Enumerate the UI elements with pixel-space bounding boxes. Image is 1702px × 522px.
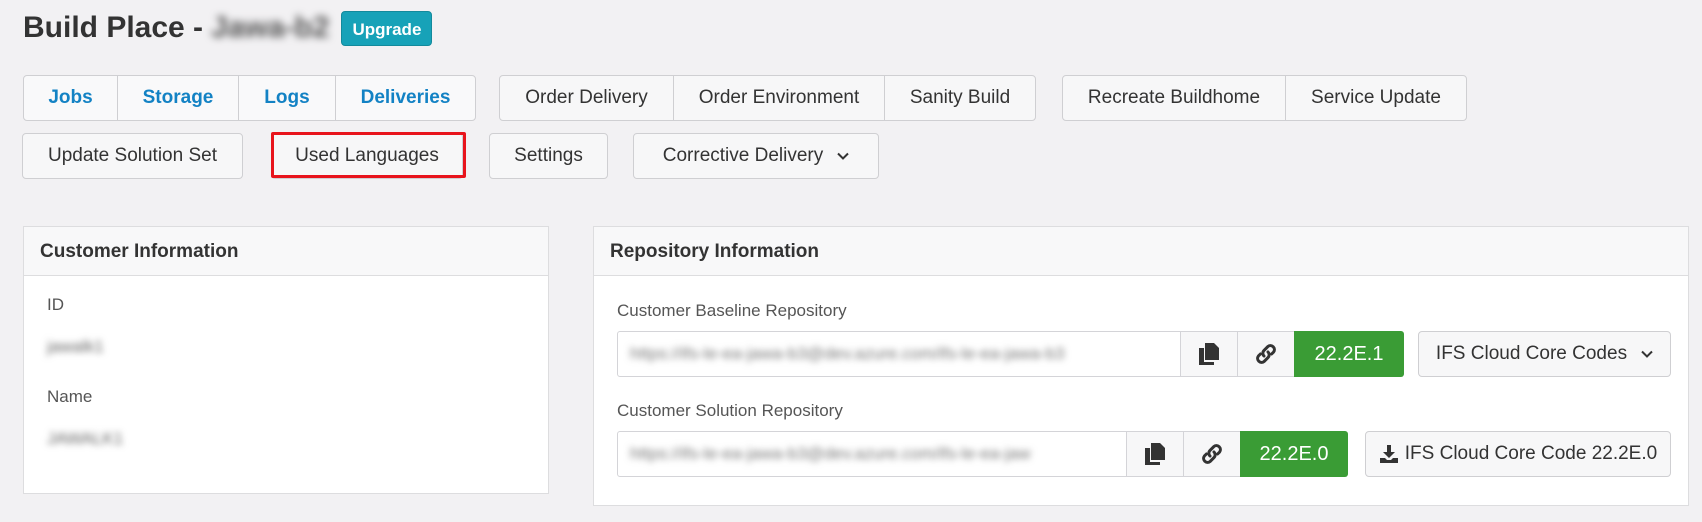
download-core-code-label: IFS Cloud Core Code 22.2E.0 (1404, 443, 1658, 464)
copy-icon (1145, 443, 1165, 465)
name-value: JAWALK1 (47, 429, 124, 448)
maintenance-button-group: Recreate Buildhome Service Update (1062, 75, 1467, 121)
customer-info-heading: Customer Information (24, 227, 548, 276)
customer-info-panel: Customer Information ID jawalk1 Name JAW… (23, 226, 549, 494)
logs-tab[interactable]: Logs (238, 75, 336, 121)
title-prefix: Build Place - (23, 11, 204, 44)
order-environment-button[interactable]: Order Environment (673, 75, 885, 121)
nav-tab-group: Jobs Storage Logs Deliveries (23, 75, 476, 121)
corrective-delivery-dropdown[interactable]: Corrective Delivery (633, 133, 879, 179)
baseline-repo-url-field[interactable]: https://ifs-le-ea-jawa-b3@dev.azure.com/… (617, 331, 1181, 377)
core-codes-dropdown[interactable]: IFS Cloud Core Codes (1418, 331, 1671, 377)
baseline-version-badge[interactable]: 22.2E.1 (1294, 331, 1404, 377)
highlight-box (271, 132, 466, 178)
service-update-button[interactable]: Service Update (1285, 75, 1467, 121)
deliveries-tab[interactable]: Deliveries (335, 75, 476, 121)
chevron-down-icon (1641, 350, 1653, 358)
id-label: ID (47, 295, 64, 314)
core-codes-label: IFS Cloud Core Codes (1435, 343, 1628, 364)
baseline-repo-label: Customer Baseline Repository (617, 301, 847, 320)
corrective-delivery-label: Corrective Delivery (662, 145, 824, 166)
baseline-repo-url: https://ifs-le-ea-jawa-b3@dev.azure.com/… (630, 344, 1065, 363)
chevron-down-icon (837, 152, 849, 160)
copy-solution-button[interactable] (1126, 431, 1184, 477)
repository-info-heading: Repository Information (594, 227, 1688, 276)
storage-tab[interactable]: Storage (117, 75, 239, 121)
build-place-name: Jawa-b2 (211, 11, 330, 44)
order-button-group: Order Delivery Order Environment Sanity … (499, 75, 1036, 121)
solution-version-badge[interactable]: 22.2E.0 (1240, 431, 1348, 477)
repository-info-panel: Repository Information Customer Baseline… (593, 226, 1689, 506)
link-icon (1256, 344, 1276, 364)
copy-icon (1199, 343, 1219, 365)
solution-repo-url: https://ifs-le-ea-jawa-b3@dev.azure.com/… (630, 444, 1031, 463)
id-value: jawalk1 (47, 337, 104, 356)
open-link-baseline-button[interactable] (1237, 331, 1295, 377)
link-icon (1202, 444, 1222, 464)
recreate-buildhome-button[interactable]: Recreate Buildhome (1062, 75, 1286, 121)
solution-repo-label: Customer Solution Repository (617, 401, 843, 420)
jobs-tab[interactable]: Jobs (23, 75, 118, 121)
page-title: Build Place - Jawa-b2 Upgrade (23, 8, 433, 48)
open-link-solution-button[interactable] (1183, 431, 1241, 477)
name-label: Name (47, 387, 93, 406)
upgrade-button[interactable]: Upgrade (341, 10, 433, 46)
download-core-code-button[interactable]: IFS Cloud Core Code 22.2E.0 (1365, 431, 1671, 477)
order-delivery-button[interactable]: Order Delivery (499, 75, 674, 121)
settings-button[interactable]: Settings (489, 133, 608, 179)
copy-baseline-button[interactable] (1180, 331, 1238, 377)
solution-repo-url-field[interactable]: https://ifs-le-ea-jawa-b3@dev.azure.com/… (617, 431, 1127, 477)
download-icon (1379, 445, 1398, 463)
update-solution-set-button[interactable]: Update Solution Set (22, 133, 243, 179)
sanity-build-button[interactable]: Sanity Build (884, 75, 1036, 121)
